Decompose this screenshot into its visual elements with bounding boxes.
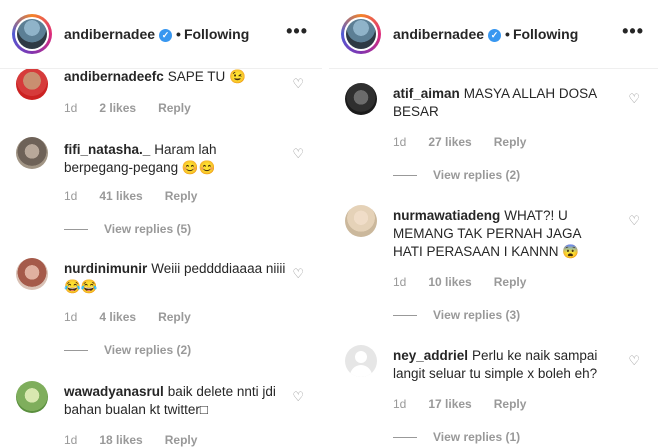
view-replies-label[interactable]: View replies (1) <box>433 430 520 444</box>
view-replies-label[interactable]: View replies (3) <box>433 308 520 322</box>
comment-meta: 1d 17 likes Reply <box>393 397 548 411</box>
view-replies-button[interactable]: View replies (3) <box>393 308 520 322</box>
separator-dot: • <box>176 26 181 42</box>
comment-meta: 1d 27 likes Reply <box>393 135 548 149</box>
profile-picture <box>17 19 47 49</box>
comment-username[interactable]: wawadyanasrul <box>64 384 164 399</box>
comment-meta: 1d 4 likes Reply <box>64 310 213 324</box>
comment-username[interactable]: andibernadeefc <box>64 69 164 84</box>
comment-body: nurdinimunir Weiii peddddiaaaa niiii😂😂 <box>64 260 286 296</box>
heart-icon[interactable]: ♡ <box>628 91 640 107</box>
comment-meta: 1d 2 likes Reply <box>64 101 213 115</box>
comment-text: SAPE TU 😉 <box>167 69 246 84</box>
reply-button[interactable]: Reply <box>494 397 527 411</box>
heart-icon[interactable]: ♡ <box>292 76 304 92</box>
header-username[interactable]: andibernadee <box>64 26 155 42</box>
heart-icon[interactable]: ♡ <box>292 266 304 282</box>
divider-line <box>393 437 417 439</box>
reply-button[interactable]: Reply <box>494 275 527 289</box>
commenter-avatar[interactable] <box>16 68 48 100</box>
comment-likes[interactable]: 4 likes <box>99 310 136 324</box>
comment-username[interactable]: nurdinimunir <box>64 261 147 276</box>
commenter-avatar[interactable] <box>16 258 48 290</box>
comment-username[interactable]: atif_aiman <box>393 86 460 101</box>
comment-body: fifi_natasha._ Haram lah berpegang-pegang… <box>64 141 286 177</box>
reply-button[interactable]: Reply <box>158 310 191 324</box>
comment-likes[interactable]: 2 likes <box>99 101 136 115</box>
comment-time: 1d <box>393 275 407 289</box>
header-username[interactable]: andibernadee <box>393 26 484 42</box>
heart-icon[interactable]: ♡ <box>628 213 640 229</box>
right-post-panel: atif_aiman MASYA ALLAH DOSA BESAR ♡ 1d 27 … <box>329 0 658 447</box>
profile-picture <box>346 19 376 49</box>
commenter-avatar[interactable] <box>16 137 48 169</box>
reply-button[interactable]: Reply <box>165 189 198 203</box>
following-button[interactable]: Following <box>184 26 249 42</box>
profile-avatar[interactable] <box>341 14 381 54</box>
comment-time: 1d <box>393 397 407 411</box>
verified-badge-icon: ✓ <box>159 29 173 42</box>
more-options-icon[interactable]: ••• <box>286 21 308 42</box>
comment-body: ney_addriel Perlu ke naik sampai langit s… <box>393 347 610 383</box>
post-header: andibernadee ✓ • Following ••• <box>329 0 658 69</box>
comment-likes[interactable]: 41 likes <box>99 189 142 203</box>
comment-body: andibernadeefc SAPE TU 😉 <box>64 68 286 86</box>
commenter-avatar[interactable] <box>345 205 377 237</box>
view-replies-button[interactable]: View replies (5) <box>64 222 191 236</box>
view-replies-button[interactable]: View replies (2) <box>64 343 191 357</box>
commenter-avatar[interactable] <box>345 345 377 377</box>
reply-button[interactable]: Reply <box>158 101 191 115</box>
comment-username[interactable]: fifi_natasha._ <box>64 142 150 157</box>
default-avatar-body <box>350 365 372 377</box>
divider-line <box>64 350 88 352</box>
comment-likes[interactable]: 17 likes <box>428 397 471 411</box>
comment-time: 1d <box>64 310 78 324</box>
panel-divider <box>322 0 329 447</box>
verified-badge-icon: ✓ <box>488 29 502 42</box>
comment-username[interactable]: nurmawatiadeng <box>393 208 500 223</box>
commenter-avatar[interactable] <box>16 381 48 413</box>
comment-username[interactable]: ney_addriel <box>393 348 468 363</box>
header-user-line: andibernadee ✓ • Following <box>393 26 578 42</box>
comment-body: wawadyanasrul baik delete nnti jdi bahan … <box>64 383 286 419</box>
comment-likes[interactable]: 18 likes <box>99 433 142 447</box>
heart-icon[interactable]: ♡ <box>292 389 304 405</box>
view-replies-label[interactable]: View replies (2) <box>104 343 191 357</box>
heart-icon[interactable]: ♡ <box>292 146 304 162</box>
divider-line <box>64 229 88 231</box>
comment-body: nurmawatiadeng WHAT?! U MEMANG TAK PERNAH… <box>393 207 610 261</box>
comment-time: 1d <box>64 101 78 115</box>
default-avatar-head <box>355 351 367 363</box>
view-replies-label[interactable]: View replies (5) <box>104 222 191 236</box>
profile-avatar[interactable] <box>12 14 52 54</box>
following-button[interactable]: Following <box>513 26 578 42</box>
left-post-panel: andibernadeefc SAPE TU 😉 ♡ 1d 2 likes Reply… <box>0 0 322 447</box>
comment-time: 1d <box>64 189 78 203</box>
post-header: andibernadee ✓ • Following ••• <box>0 0 322 69</box>
comment-meta: 1d 10 likes Reply <box>393 275 548 289</box>
reply-button[interactable]: Reply <box>165 433 198 447</box>
divider-line <box>393 175 417 177</box>
commenter-avatar[interactable] <box>345 83 377 115</box>
comment-time: 1d <box>393 135 407 149</box>
more-options-icon[interactable]: ••• <box>622 21 644 42</box>
comment-time: 1d <box>64 433 78 447</box>
view-replies-button[interactable]: View replies (2) <box>393 168 520 182</box>
comment-meta: 1d 41 likes Reply <box>64 189 219 203</box>
comment-meta: 1d 18 likes Reply <box>64 433 219 447</box>
header-user-line: andibernadee ✓ • Following <box>64 26 249 42</box>
comment-likes[interactable]: 27 likes <box>428 135 471 149</box>
view-replies-label[interactable]: View replies (2) <box>433 168 520 182</box>
heart-icon[interactable]: ♡ <box>628 353 640 369</box>
comment-likes[interactable]: 10 likes <box>428 275 471 289</box>
reply-button[interactable]: Reply <box>494 135 527 149</box>
comment-body: atif_aiman MASYA ALLAH DOSA BESAR <box>393 85 610 121</box>
divider-line <box>393 315 417 317</box>
separator-dot: • <box>505 26 510 42</box>
view-replies-button[interactable]: View replies (1) <box>393 430 520 444</box>
